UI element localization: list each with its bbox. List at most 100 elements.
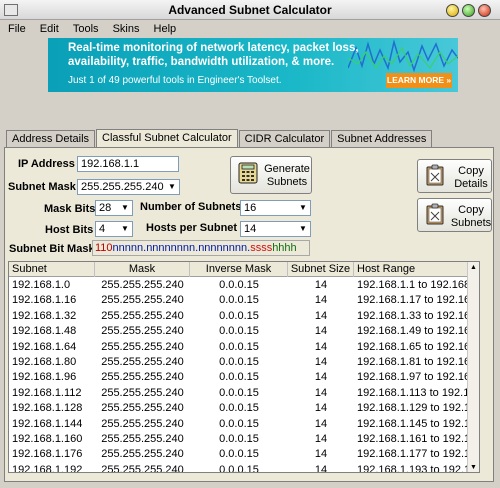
close-button[interactable] (478, 4, 491, 17)
table-cell: 14 (314, 356, 328, 368)
table-cell: 14 (314, 279, 328, 291)
table-row[interactable]: 192.168.1.128 255.255.255.240 0.0.0.15 14 19… (9, 401, 469, 416)
column-header-subnet-size[interactable]: Subnet Size (288, 262, 354, 277)
minimize-button[interactable] (446, 4, 459, 17)
copy-subnets-button[interactable]: Copy Subnets (417, 198, 492, 232)
tab-cidr-calculator[interactable]: CIDR Calculator (238, 130, 331, 147)
number-of-subnets-select[interactable]: 16 ▼ (240, 200, 311, 216)
subnet-mask-select[interactable]: 255.255.255.240 ▼ (77, 179, 180, 195)
table-cell: 255.255.255.240 (101, 463, 184, 473)
ip-address-input[interactable]: 192.168.1.1 (77, 156, 179, 172)
maximize-button[interactable] (462, 4, 475, 17)
table-cell: 0.0.0.15 (219, 340, 259, 353)
bitmask-network-bits: 110 (95, 242, 113, 254)
copy-details-button[interactable]: Copy Details (417, 159, 492, 193)
table-cell: 192.168.1.48 (12, 325, 77, 338)
ad-banner[interactable]: Real-time monitoring of network latency,… (48, 38, 458, 92)
table-cell: 255.255.255.240 (101, 386, 184, 399)
table-cell: 14 (314, 433, 328, 445)
table-row[interactable]: 192.168.1.16 255.255.255.240 0.0.0.15 14 192… (9, 293, 469, 308)
copy-details-label-2: Details (454, 178, 488, 190)
tab-subnet-addresses[interactable]: Subnet Addresses (331, 130, 433, 147)
menu-edit[interactable]: Edit (34, 20, 64, 35)
table-cell: 14 (314, 402, 328, 415)
table-row[interactable]: 192.168.1.96 255.255.255.240 0.0.0.15 14 192… (9, 370, 469, 385)
subnet-bit-mask-label: Subnet Bit Mask (9, 243, 95, 255)
column-header-mask[interactable]: Mask (95, 262, 190, 277)
copy-subnets-label-2: Subnets (450, 217, 492, 229)
table-cell: 0.0.0.15 (219, 417, 259, 430)
tab-classful-subnet-calculator[interactable]: Classful Subnet Calculator (96, 129, 238, 147)
menu-skins[interactable]: Skins (107, 20, 145, 35)
generate-subnets-button[interactable]: Generate Subnets (230, 156, 312, 194)
table-cell: 255.255.255.240 (101, 340, 184, 353)
menu-file[interactable]: File (0, 20, 31, 35)
table-scrollbar[interactable]: ▲ ▼ (467, 262, 479, 472)
table-cell: 255.255.255.240 (101, 309, 184, 322)
table-cell: 192.168.1.112 (12, 386, 82, 399)
host-bits-select[interactable]: 4 ▼ (95, 221, 133, 237)
table-row[interactable]: 192.168.1.0 255.255.255.240 0.0.0.15 14 192.… (9, 278, 469, 293)
banner-line-1: Real-time monitoring of network latency,… (68, 42, 359, 54)
host-bits-value: 4 (99, 223, 106, 235)
table-row[interactable]: 192.168.1.160 255.255.255.240 0.0.0.15 14 19… (9, 432, 469, 447)
subnet-table[interactable]: Subnet Mask Inverse Mask Subnet Size Hos… (8, 261, 480, 473)
table-cell: 0.0.0.15 (219, 448, 259, 461)
table-cell: 255.255.255.240 (101, 325, 184, 338)
table-row[interactable]: 192.168.1.32 255.255.255.240 0.0.0.15 14 192… (9, 309, 469, 324)
table-cell: 192.168.1.17 to 192.168.1.30 (357, 294, 469, 307)
column-header-inverse-mask[interactable]: Inverse Mask (190, 262, 288, 277)
tab-address-details[interactable]: Address Details (6, 130, 96, 147)
table-cell: 0.0.0.15 (219, 325, 259, 338)
table-row[interactable]: 192.168.1.48 255.255.255.240 0.0.0.15 14 192… (9, 324, 469, 339)
chevron-down-icon: ▼ (118, 222, 132, 236)
table-cell: 192.168.1.1 to 192.168.1.14 (357, 279, 469, 291)
banner-line-3: Just 1 of 49 powerful tools in Engineer'… (68, 75, 282, 86)
subnet-mask-value: 255.255.255.240 (81, 181, 164, 193)
table-cell: 192.168.1.96 (12, 371, 77, 384)
table-cell: 192.168.1.177 to 192.168.1.190 (357, 448, 469, 461)
table-cell: 192.168.1.128 (12, 402, 83, 415)
column-header-host-range[interactable]: Host Range (354, 262, 469, 277)
window-title: Advanced Subnet Calculator (168, 3, 332, 17)
table-cell: 255.255.255.240 (101, 448, 184, 461)
table-cell: 0.0.0.15 (219, 279, 259, 291)
table-cell: 14 (314, 294, 328, 307)
table-header: Subnet Mask Inverse Mask Subnet Size Hos… (9, 262, 469, 277)
number-of-subnets-value: 16 (244, 202, 257, 214)
table-cell: 255.255.255.240 (101, 294, 184, 307)
subnet-bit-mask-display: 110nnnnn.nnnnnnnn.nnnnnnnn.sssshhhh (92, 240, 310, 256)
table-row[interactable]: 192.168.1.192 255.255.255.240 0.0.0.15 14 19… (9, 463, 469, 473)
table-cell: 192.168.1.32 (12, 309, 77, 322)
subnet-mask-label: Subnet Mask (8, 181, 76, 193)
table-row[interactable]: 192.168.1.176 255.255.255.240 0.0.0.15 14 19… (9, 447, 469, 462)
table-cell: 14 (314, 386, 328, 399)
copy-subnets-label-1: Copy (458, 204, 484, 216)
scroll-up-icon[interactable]: ▲ (468, 262, 479, 274)
column-header-subnet[interactable]: Subnet (9, 262, 95, 277)
table-cell: 255.255.255.240 (101, 279, 184, 291)
copy-details-label-1: Copy (458, 165, 484, 177)
table-cell: 192.168.1.16 (12, 294, 77, 307)
table-cell: 255.255.255.240 (101, 417, 184, 430)
learn-more-button[interactable]: LEARN MORE » (386, 73, 452, 88)
table-cell: 0.0.0.15 (219, 433, 259, 445)
table-row[interactable]: 192.168.1.80 255.255.255.240 0.0.0.15 14 192… (9, 355, 469, 370)
table-cell: 255.255.255.240 (101, 433, 184, 445)
table-row[interactable]: 192.168.1.112 255.255.255.240 0.0.0.15 14 19… (9, 386, 469, 401)
calculator-icon (238, 162, 258, 184)
table-cell: 192.168.1.144 (12, 417, 83, 430)
mask-bits-select[interactable]: 28 ▼ (95, 200, 133, 216)
table-cell: 0.0.0.15 (219, 371, 259, 384)
bitmask-subnet-bits: ssss (250, 242, 273, 254)
table-cell: 192.168.1.161 to 192.168.1.174 (357, 433, 469, 445)
table-row[interactable]: 192.168.1.64 255.255.255.240 0.0.0.15 14 192… (9, 340, 469, 355)
hosts-per-subnet-select[interactable]: 14 ▼ (240, 221, 311, 237)
table-row[interactable]: 192.168.1.144 255.255.255.240 0.0.0.15 14 19… (9, 417, 469, 432)
menu-bar: File Edit Tools Skins Help (0, 20, 500, 38)
bitmask-host-bits: hhhh (272, 242, 297, 254)
menu-tools[interactable]: Tools (67, 20, 104, 35)
chevron-down-icon: ▼ (165, 180, 179, 194)
scroll-down-icon[interactable]: ▼ (468, 462, 479, 472)
menu-help[interactable]: Help (148, 20, 182, 35)
